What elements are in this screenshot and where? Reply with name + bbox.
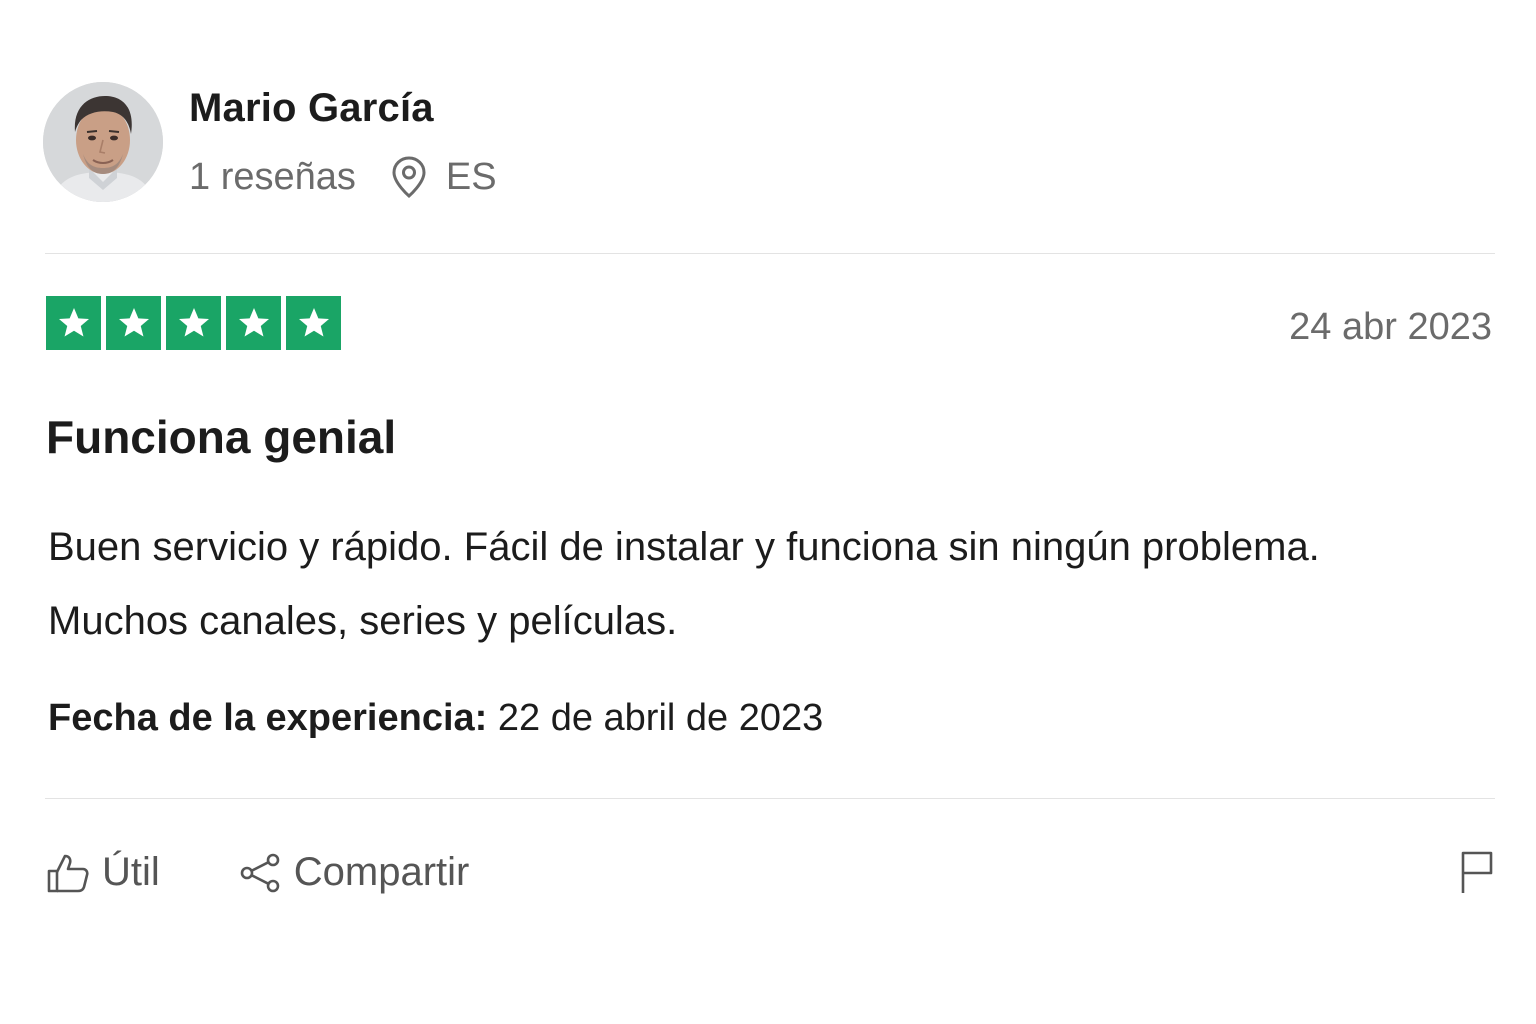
divider — [45, 798, 1495, 799]
experience-value: 22 de abril de 2023 — [487, 697, 824, 739]
useful-label: Útil — [102, 850, 160, 894]
reviewer-header: Mario García 1 reseñas ES — [43, 82, 497, 202]
star-icon — [286, 296, 341, 350]
star-rating — [46, 296, 346, 350]
reviewer-name[interactable]: Mario García — [189, 86, 497, 131]
experience-label: Fecha de la experiencia: — [48, 697, 488, 739]
reviewer-country: ES — [445, 155, 497, 198]
review-body: Buen servicio y rápido. Fácil de instala… — [48, 510, 1508, 658]
star-icon — [166, 296, 221, 350]
share-label: Compartir — [293, 850, 470, 894]
review-title: Funciona genial — [46, 411, 397, 463]
reviewer-meta: 1 reseñas ES — [189, 155, 497, 199]
experience-date: Fecha de la experiencia: 22 de abril de … — [48, 697, 823, 740]
avatar-image — [43, 82, 163, 202]
share-icon — [240, 853, 280, 892]
flag-icon[interactable] — [1460, 850, 1494, 894]
star-icon — [226, 296, 281, 350]
divider — [45, 253, 1495, 254]
thumbs-up-icon — [47, 854, 89, 892]
reviewer-info: Mario García 1 reseñas ES — [189, 82, 497, 199]
review-actions: Útil Compartir — [46, 850, 469, 895]
share-button[interactable]: Compartir — [238, 850, 470, 895]
star-icon — [106, 296, 161, 350]
avatar[interactable] — [43, 82, 163, 202]
useful-button[interactable]: Útil — [46, 850, 160, 895]
location-pin-icon — [390, 155, 428, 199]
review-date: 24 abr 2023 — [1289, 306, 1492, 348]
review-card: Mario García 1 reseñas ES 24 abr 2023 Fu… — [0, 0, 1536, 1024]
review-body-line: Muchos canales, series y películas. — [48, 599, 678, 643]
star-icon — [46, 296, 101, 350]
reviews-count: 1 reseñas — [189, 155, 356, 198]
review-body-line: Buen servicio y rápido. Fácil de instala… — [48, 525, 1320, 569]
